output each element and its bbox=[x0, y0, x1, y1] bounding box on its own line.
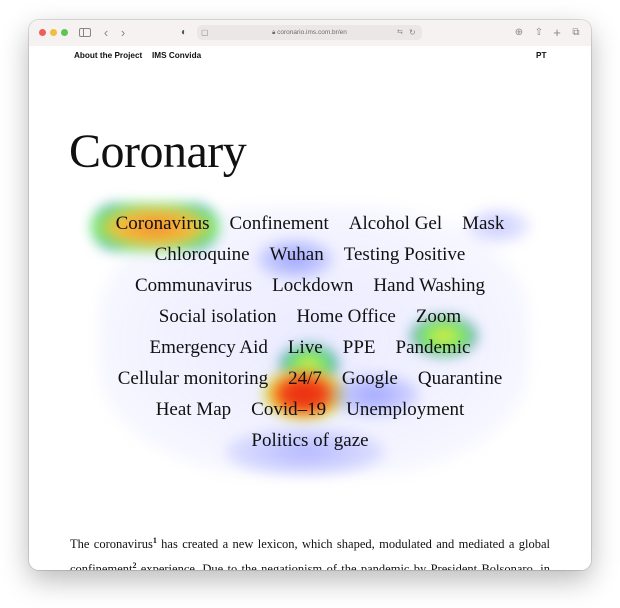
cloud-row: Heat Map Covid–19 Unemployment bbox=[29, 394, 591, 425]
close-window-button[interactable] bbox=[39, 29, 46, 36]
word-cellular-monitoring[interactable]: Cellular monitoring bbox=[118, 363, 268, 394]
word-cloud: Coronavirus Confinement Alcohol Gel Mask Ch… bbox=[29, 208, 591, 456]
page-title: Coronary bbox=[69, 125, 247, 178]
word-zoom[interactable]: Zoom bbox=[416, 301, 461, 332]
browser-window: ‹ › ◐ ▢ 🔒︎ coronario.ims.com.br/en ⇆ ↻ ⊕… bbox=[29, 20, 591, 570]
word-politics-of-gaze[interactable]: Politics of gaze bbox=[251, 425, 368, 456]
word-coronavirus[interactable]: Coronavirus bbox=[116, 208, 210, 239]
word-wuhan[interactable]: Wuhan bbox=[270, 239, 324, 270]
back-icon[interactable]: ‹ bbox=[101, 25, 111, 41]
word-confinement[interactable]: Confinement bbox=[230, 208, 329, 239]
forward-icon[interactable]: › bbox=[118, 25, 128, 41]
cloud-row: Communavirus Lockdown Hand Washing bbox=[29, 270, 591, 301]
cloud-row: Cellular monitoring 24/7 Google Quarantine bbox=[29, 363, 591, 394]
lock-icon: 🔒︎ bbox=[272, 30, 276, 36]
word-heat-map[interactable]: Heat Map bbox=[156, 394, 231, 425]
cloud-row: Emergency Aid Live PPE Pandemic bbox=[29, 332, 591, 363]
tabs-overview-icon[interactable]: ⧉ bbox=[570, 25, 582, 41]
translate-icon[interactable]: ⇆ bbox=[397, 25, 403, 41]
sidebar-icon[interactable] bbox=[79, 28, 91, 37]
nav-ims-convida-link[interactable]: IMS Convida bbox=[152, 51, 201, 60]
word-alcohol-gel[interactable]: Alcohol Gel bbox=[349, 208, 442, 239]
word-24-7[interactable]: 24/7 bbox=[288, 363, 322, 394]
address-bar[interactable]: ▢ 🔒︎ coronario.ims.com.br/en ⇆ ↻ bbox=[197, 25, 422, 40]
intro-text: experience. Due to the negationism of th… bbox=[140, 562, 550, 570]
word-chloroquine[interactable]: Chloroquine bbox=[155, 239, 250, 270]
cloud-row: Chloroquine Wuhan Testing Positive bbox=[29, 239, 591, 270]
reload-icon[interactable]: ↻ bbox=[409, 25, 416, 41]
zoom-window-button[interactable] bbox=[61, 29, 68, 36]
word-covid-19[interactable]: Covid–19 bbox=[251, 394, 326, 425]
page-content: About the Project IMS Convida PT Coronar… bbox=[29, 46, 591, 570]
download-icon[interactable]: ⊕ bbox=[513, 25, 525, 41]
word-pandemic[interactable]: Pandemic bbox=[396, 332, 471, 363]
intro-text: The coronavirus bbox=[70, 537, 153, 552]
cloud-row: Social isolation Home Office Zoom bbox=[29, 301, 591, 332]
word-testing-positive[interactable]: Testing Positive bbox=[344, 239, 466, 270]
word-home-office[interactable]: Home Office bbox=[296, 301, 395, 332]
word-unemployment[interactable]: Unemployment bbox=[346, 394, 464, 425]
new-tab-icon[interactable]: + bbox=[551, 25, 563, 41]
word-mask[interactable]: Mask bbox=[462, 208, 504, 239]
nav-about-link[interactable]: About the Project bbox=[74, 51, 142, 60]
word-hand-washing[interactable]: Hand Washing bbox=[373, 270, 485, 301]
intro-paragraph: The coronavirus1 has created a new lexic… bbox=[70, 530, 550, 570]
word-communavirus[interactable]: Communavirus bbox=[135, 270, 252, 301]
word-quarantine[interactable]: Quarantine bbox=[418, 363, 502, 394]
minimize-window-button[interactable] bbox=[50, 29, 57, 36]
word-ppe[interactable]: PPE bbox=[343, 332, 376, 363]
language-toggle-link[interactable]: PT bbox=[536, 51, 546, 60]
word-live[interactable]: Live bbox=[288, 332, 323, 363]
url-text: coronario.ims.com.br/en bbox=[277, 29, 347, 36]
share-icon[interactable]: ⇧ bbox=[533, 25, 545, 41]
cloud-row: Coronavirus Confinement Alcohol Gel Mask bbox=[29, 208, 591, 239]
cloud-row: Politics of gaze bbox=[29, 425, 591, 456]
word-emergency-aid[interactable]: Emergency Aid bbox=[150, 332, 268, 363]
word-social-isolation[interactable]: Social isolation bbox=[159, 301, 277, 332]
word-google[interactable]: Google bbox=[342, 363, 398, 394]
privacy-shield-icon[interactable]: ◐ bbox=[179, 25, 189, 41]
browser-toolbar: ‹ › ◐ ▢ 🔒︎ coronario.ims.com.br/en ⇆ ↻ ⊕… bbox=[29, 20, 591, 47]
word-lockdown[interactable]: Lockdown bbox=[272, 270, 353, 301]
